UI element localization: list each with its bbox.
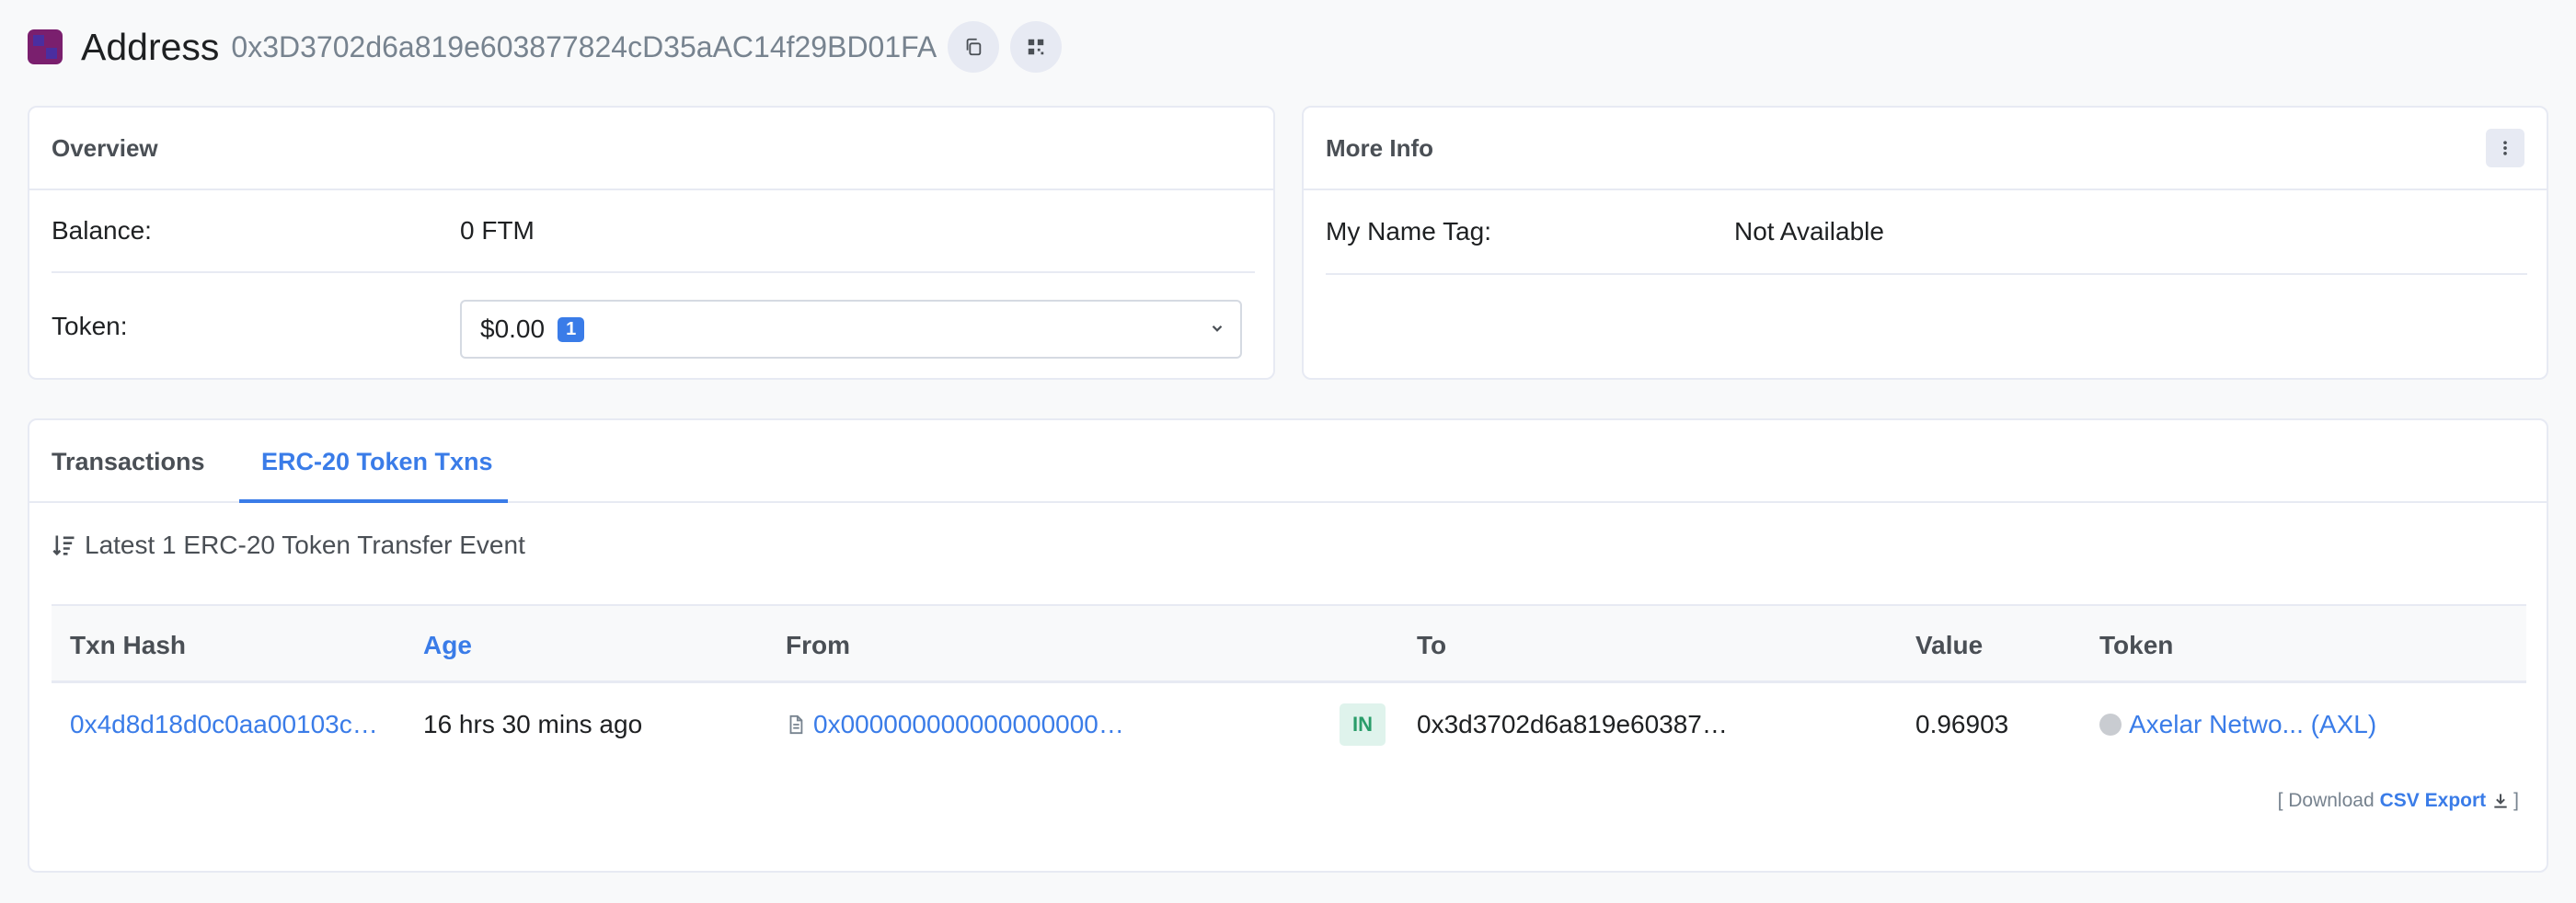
from-address-link[interactable]: 0x000000000000000000… [813,710,1124,739]
address-hash: 0x3D3702d6a819e603877824cD35aAC14f29BD01… [231,29,937,63]
token-row: Token: [52,273,128,380]
token-dropdown[interactable]: $0.00 1 [460,300,1242,359]
token-label: Token: [52,312,128,340]
balance-label: Balance: [52,216,152,245]
col-from: From [786,606,850,685]
name-tag-label: My Name Tag: [1326,217,1491,246]
transfer-value: 0.96903 [1915,710,2009,738]
col-txn-hash-label: Txn Hash [70,631,187,659]
overview-card: Overview Balance: 0 FTM Token: $0.00 1 [28,106,1275,380]
page-header: Address 0x3D3702d6a819e603877824cD35aAC1… [28,21,1063,73]
col-txn-hash: Txn Hash [70,606,186,685]
page-title: Address [81,25,220,68]
tab-erc20-label: ERC-20 Token Txns [261,447,493,475]
token-cell: Axelar Netwo... (AXL) [2099,683,2376,766]
col-age[interactable]: Age [423,606,472,685]
to-address: 0x3d3702d6a819e60387… [1417,710,1728,738]
col-value-label: Value [1915,631,1984,659]
more-info-card: More Info My Name Tag: Not Available [1302,106,2548,380]
txn-hash-link[interactable]: 0x4d8d18d0c0aa00103c… [70,683,378,766]
download-suffix: ] [2513,790,2519,811]
more-vertical-icon [2503,141,2507,155]
overview-title: Overview [52,133,158,162]
overview-header: Overview [29,108,1273,190]
col-token: Token [2099,606,2173,685]
txn-age: 16 hrs 30 mins ago [423,710,643,738]
transactions-card: Transactions ERC-20 Token Txns Latest 1 … [28,418,2548,873]
csv-export-link[interactable]: CSV Export [2380,790,2487,812]
col-to-label: To [1417,631,1447,659]
csv-download: [ Download CSV Export ] [2278,790,2519,812]
token-icon [2099,714,2122,736]
balance-value: 0 FTM [460,216,535,245]
active-tab-indicator [239,499,508,503]
qr-code-icon [1029,39,1044,55]
more-options-button[interactable] [2486,129,2524,167]
table-row: 0x4d8d18d0c0aa00103c… 16 hrs 30 mins ago… [52,683,2526,766]
copy-address-button[interactable] [948,21,1000,73]
more-info-header: More Info [1304,108,2547,190]
col-age-label: Age [423,631,472,659]
token-value: $0.00 [480,314,546,343]
direction-in-badge: IN [1340,703,1386,746]
direction-cell: IN [1340,683,1386,766]
copy-icon [966,38,982,56]
sort-icon [52,535,75,556]
download-prefix: [ Download [2277,790,2375,811]
table-header: Txn Hash Age From To Value Token [52,604,2526,683]
col-value: Value [1915,606,1983,685]
address-avatar [28,29,63,64]
tab-bar: Transactions ERC-20 Token Txns [29,420,2547,503]
more-info-title: More Info [1326,133,1433,162]
qr-code-button[interactable] [1010,21,1063,73]
name-tag-row: My Name Tag: Not Available [1326,190,2527,275]
transfer-summary-text: Latest 1 ERC-20 Token Transfer Event [85,531,525,559]
chevron-down-icon [1212,325,1223,332]
transfer-summary: Latest 1 ERC-20 Token Transfer Event [52,531,525,560]
from-cell: 0x000000000000000000… [786,683,1124,766]
name-tag-value: Not Available [1734,217,1884,246]
contract-file-icon [789,714,803,735]
col-from-label: From [786,631,850,659]
balance-row: Balance: 0 FTM [52,190,1255,273]
col-token-label: Token [2099,631,2174,659]
token-link[interactable]: Axelar Netwo... (AXL) [2129,710,2376,739]
col-to: To [1417,606,1446,685]
tab-transactions[interactable]: Transactions [52,420,205,503]
tab-transactions-label: Transactions [52,447,205,475]
token-count-badge: 1 [558,316,585,342]
tab-erc20-token-txns[interactable]: ERC-20 Token Txns [261,420,493,503]
download-icon [2494,794,2507,808]
